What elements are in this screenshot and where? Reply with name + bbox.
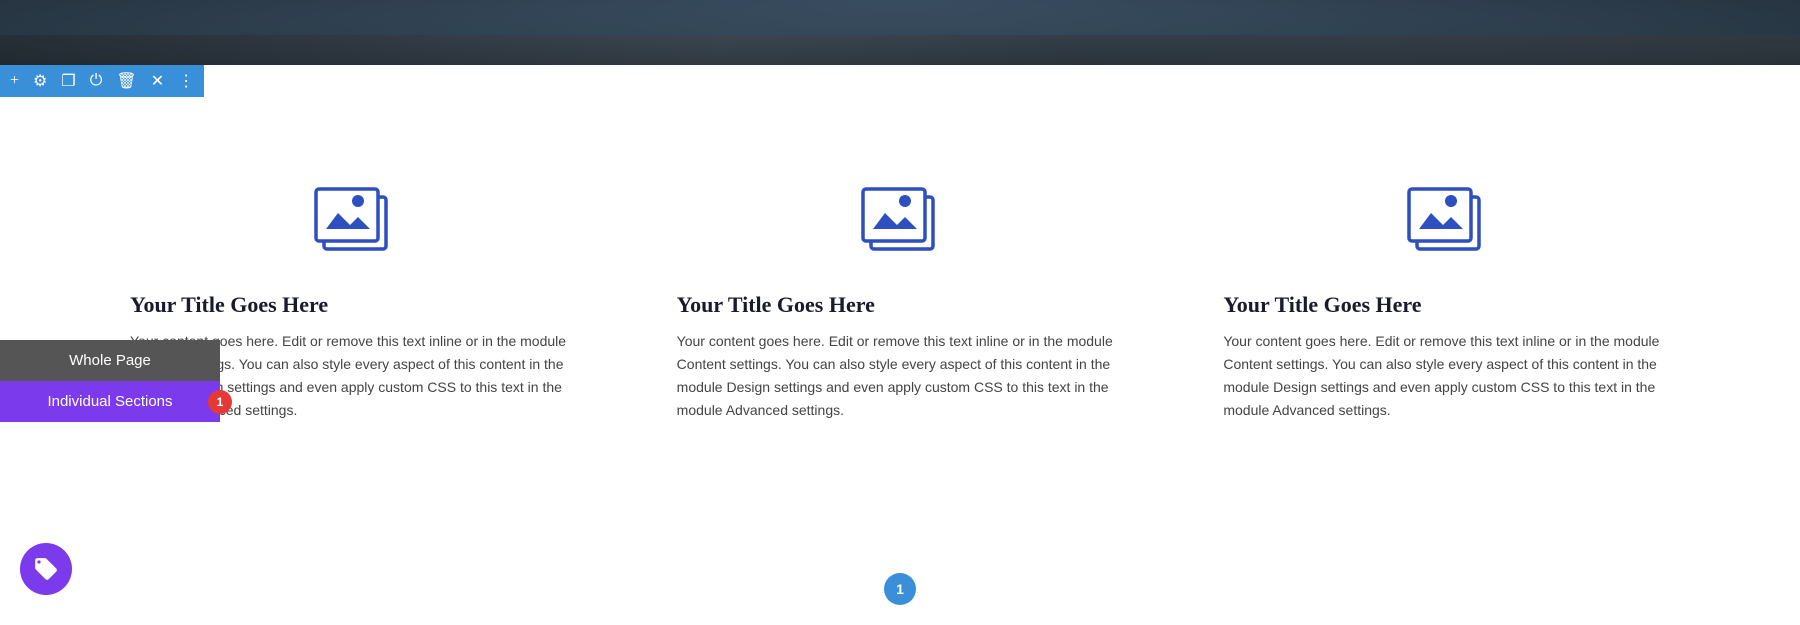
card-title-3: Your Title Goes Here — [1223, 292, 1670, 318]
tag-icon — [33, 556, 59, 582]
power-icon[interactable]: ⏻ — [90, 72, 103, 90]
sidebar-panel: Whole Page Individual Sections 1 — [0, 340, 220, 422]
card-text-2: Your content goes here. Edit or remove t… — [677, 330, 1124, 422]
more-icon[interactable]: ⋮ — [178, 71, 194, 91]
close-icon[interactable]: ✕ — [151, 71, 164, 91]
card-title-2: Your Title Goes Here — [677, 292, 1124, 318]
pagination-dot[interactable]: 1 — [884, 573, 916, 605]
trash-icon[interactable]: 🗑 — [116, 71, 136, 91]
columns-container: Your Title Goes Here Your content goes h… — [0, 175, 1800, 422]
card-text-3: Your content goes here. Edit or remove t… — [1223, 330, 1670, 422]
settings-icon[interactable]: ⚙ — [33, 71, 47, 91]
copy-icon[interactable]: ❐ — [61, 71, 75, 91]
plus-icon[interactable]: + — [10, 72, 19, 90]
individual-sections-button[interactable]: Individual Sections 1 — [0, 381, 220, 422]
image-placeholder-1 — [130, 175, 577, 270]
image-placeholder-2 — [677, 175, 1124, 270]
whole-page-button[interactable]: Whole Page — [0, 340, 220, 381]
floating-action-button[interactable] — [20, 543, 72, 595]
hero-image — [0, 0, 1800, 65]
column-2: Your Title Goes Here Your content goes h… — [627, 175, 1174, 422]
individual-sections-label: Individual Sections — [47, 393, 172, 410]
column-3: Your Title Goes Here Your content goes h… — [1173, 175, 1720, 422]
content-area: Your Title Goes Here Your content goes h… — [0, 65, 1800, 625]
card-title-1: Your Title Goes Here — [130, 292, 577, 318]
image-placeholder-3 — [1223, 175, 1670, 270]
toolbar: + ⚙ ❐ ⏻ 🗑 ✕ ⋮ — [0, 65, 204, 97]
badge-count: 1 — [208, 390, 232, 414]
